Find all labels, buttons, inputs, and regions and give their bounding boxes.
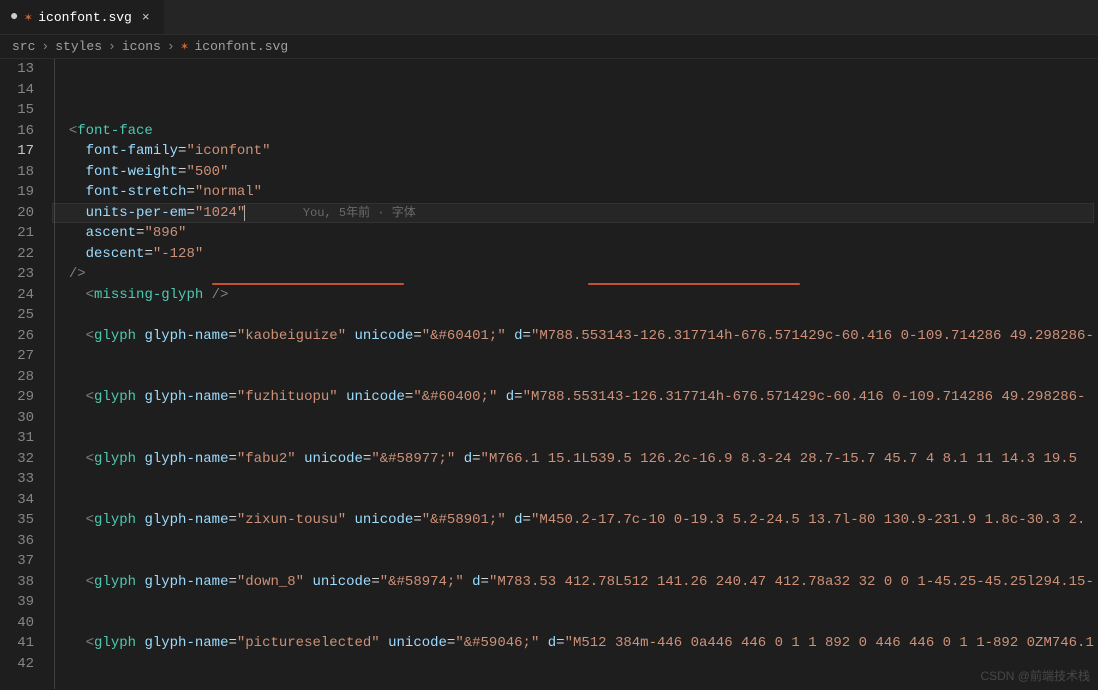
breadcrumb-item[interactable]: icons — [122, 39, 161, 54]
line-number: 39 — [0, 592, 34, 613]
code-line[interactable] — [52, 305, 1094, 326]
tab-label: iconfont.svg — [38, 10, 132, 25]
line-number: 14 — [0, 80, 34, 101]
line-number: 42 — [0, 654, 34, 675]
tab-bar: ● ✶ iconfont.svg × — [0, 0, 1098, 35]
code-line[interactable]: /> — [52, 264, 1094, 285]
code-line[interactable]: <font-face — [52, 121, 1094, 142]
highlight-underline — [588, 283, 800, 285]
code-line[interactable] — [52, 346, 1094, 367]
line-number: 25 — [0, 305, 34, 326]
highlight-underline — [212, 283, 404, 285]
breadcrumb-item[interactable]: iconfont.svg — [195, 39, 289, 54]
line-number: 29 — [0, 387, 34, 408]
svg-file-icon: ✶ — [181, 39, 189, 54]
code-line[interactable] — [52, 551, 1094, 572]
line-number: 35 — [0, 510, 34, 531]
line-number: 19 — [0, 182, 34, 203]
line-number: 31 — [0, 428, 34, 449]
code-line[interactable] — [52, 531, 1094, 552]
line-number: 27 — [0, 346, 34, 367]
line-number: 20 — [0, 203, 34, 224]
code-line[interactable] — [52, 613, 1094, 634]
code-line[interactable]: units-per-em="1024" You, 5年前 · 字体 — [52, 203, 1094, 224]
breadcrumb-item[interactable]: src — [12, 39, 35, 54]
line-number: 18 — [0, 162, 34, 183]
line-number: 28 — [0, 367, 34, 388]
code-line[interactable] — [52, 469, 1094, 490]
line-number: 21 — [0, 223, 34, 244]
code-line[interactable] — [52, 428, 1094, 449]
code-line[interactable]: <glyph glyph-name="kaobeiguize" unicode=… — [52, 326, 1094, 347]
line-number-gutter: 1314151617181920212223242526272829303132… — [0, 59, 52, 689]
code-line[interactable] — [52, 674, 1094, 689]
watermark: CSDN @前端技术栈 — [980, 667, 1090, 684]
git-blame-annotation: You, 5年前 · 字体 — [245, 206, 415, 220]
code-line[interactable] — [52, 408, 1094, 429]
line-number: 23 — [0, 264, 34, 285]
modified-dot-icon: ● — [10, 9, 18, 25]
line-number: 32 — [0, 449, 34, 470]
breadcrumb: src › styles › icons › ✶ iconfont.svg — [0, 35, 1098, 59]
line-number: 24 — [0, 285, 34, 306]
code-line[interactable]: font-weight="500" — [52, 162, 1094, 183]
file-tab-iconfont[interactable]: ● ✶ iconfont.svg × — [0, 0, 164, 34]
line-number: 40 — [0, 613, 34, 634]
line-number: 26 — [0, 326, 34, 347]
code-line[interactable]: <missing-glyph /> — [52, 285, 1094, 306]
code-area[interactable]: <font-face font-family="iconfont" font-w… — [52, 59, 1094, 689]
line-number: 16 — [0, 121, 34, 142]
line-number: 36 — [0, 531, 34, 552]
code-line[interactable]: descent="-128" — [52, 244, 1094, 265]
breadcrumb-item[interactable]: styles — [55, 39, 102, 54]
code-line[interactable]: <glyph glyph-name="fuzhituopu" unicode="… — [52, 387, 1094, 408]
code-line[interactable]: ascent="896" — [52, 223, 1094, 244]
line-number: 38 — [0, 572, 34, 593]
code-line[interactable] — [52, 654, 1094, 675]
line-number: 34 — [0, 490, 34, 511]
editor[interactable]: 1314151617181920212223242526272829303132… — [0, 59, 1098, 689]
line-number: 15 — [0, 100, 34, 121]
code-line[interactable] — [52, 592, 1094, 613]
code-line[interactable]: <glyph glyph-name="pictureselected" unic… — [52, 633, 1094, 654]
svg-file-icon: ✶ — [24, 10, 32, 25]
line-number: 17 — [0, 141, 34, 162]
code-line[interactable]: <glyph glyph-name="down_8" unicode="&#58… — [52, 572, 1094, 593]
code-line[interactable]: font-family="iconfont" — [52, 141, 1094, 162]
line-number: 41 — [0, 633, 34, 654]
code-line[interactable]: <glyph glyph-name="fabu2" unicode="&#589… — [52, 449, 1094, 470]
chevron-right-icon: › — [167, 39, 175, 54]
line-number: 22 — [0, 244, 34, 265]
code-line[interactable]: font-stretch="normal" — [52, 182, 1094, 203]
chevron-right-icon: › — [41, 39, 49, 54]
close-tab-button[interactable]: × — [138, 10, 154, 25]
chevron-right-icon: › — [108, 39, 116, 54]
line-number: 30 — [0, 408, 34, 429]
line-number: 33 — [0, 469, 34, 490]
code-line[interactable] — [52, 367, 1094, 388]
code-line[interactable]: <glyph glyph-name="zixun-tousu" unicode=… — [52, 510, 1094, 531]
line-number: 13 — [0, 59, 34, 80]
line-number: 37 — [0, 551, 34, 572]
code-line[interactable] — [52, 490, 1094, 511]
